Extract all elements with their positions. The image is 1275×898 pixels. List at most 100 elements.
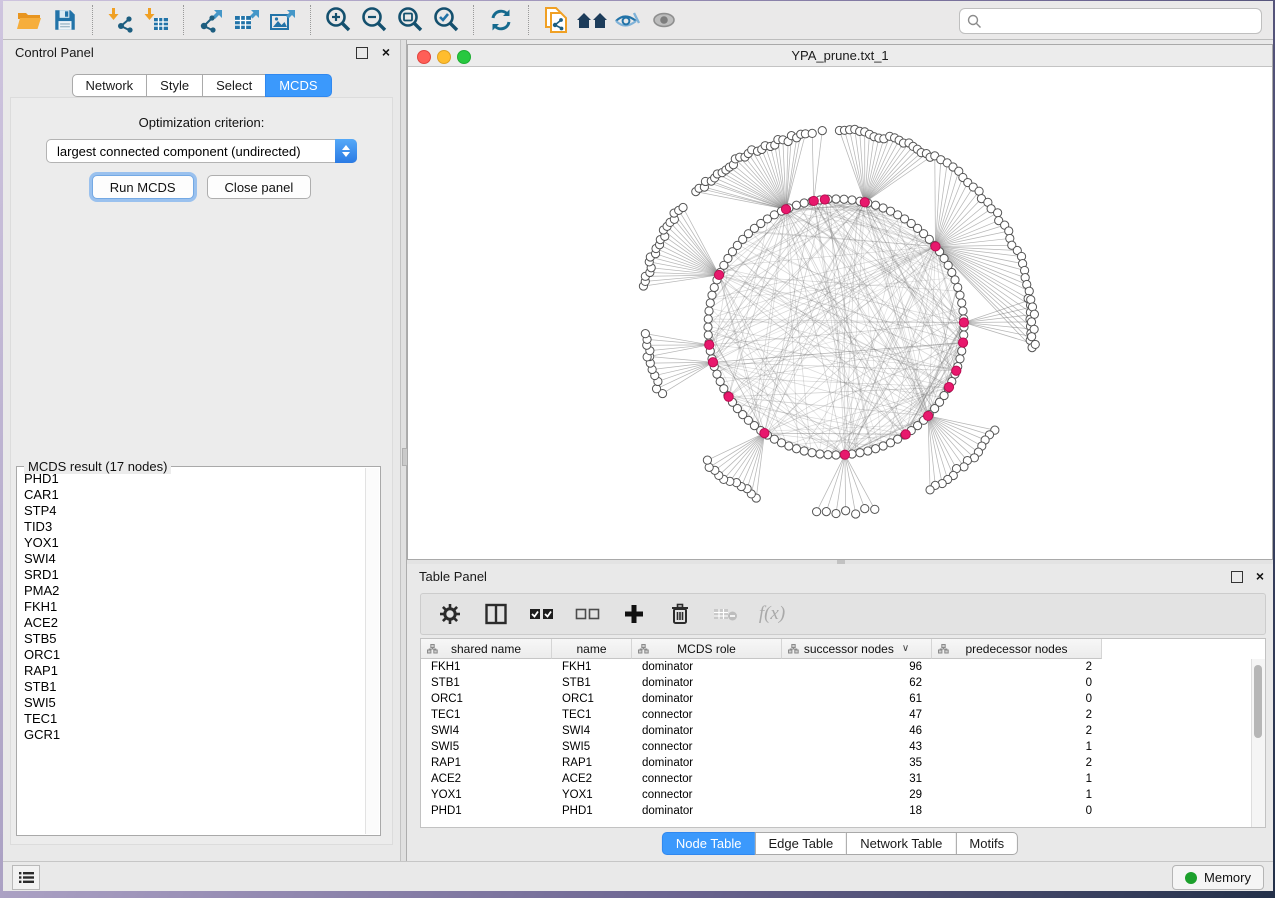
table-cell[interactable]: 62: [782, 677, 932, 689]
table-cell[interactable]: dominator: [632, 757, 782, 769]
network-hub-node[interactable]: [901, 430, 910, 439]
network-node[interactable]: [816, 450, 824, 458]
network-hub-node[interactable]: [959, 318, 968, 327]
network-node[interactable]: [822, 508, 830, 516]
table-cell[interactable]: 43: [782, 741, 932, 753]
close-panel-button[interactable]: Close panel: [207, 175, 312, 199]
table-row[interactable]: STB1STB1dominator620: [421, 675, 1265, 691]
export-network-icon[interactable]: [193, 4, 229, 36]
network-node[interactable]: [832, 509, 840, 517]
network-hub-node[interactable]: [944, 382, 953, 391]
network-node[interactable]: [705, 307, 713, 315]
column-header-name[interactable]: name: [552, 639, 632, 659]
table-cell[interactable]: PHD1: [552, 805, 632, 817]
table-cell[interactable]: FKH1: [552, 661, 632, 673]
task-history-button[interactable]: [12, 865, 40, 890]
show-columns-icon[interactable]: [483, 599, 509, 629]
network-node[interactable]: [808, 129, 816, 137]
table-cell[interactable]: connector: [632, 709, 782, 721]
close-panel-icon[interactable]: ×: [382, 44, 390, 60]
table-cell[interactable]: 35: [782, 757, 932, 769]
network-hub-node[interactable]: [708, 358, 717, 367]
network-node[interactable]: [1031, 340, 1039, 348]
zoom-out-icon[interactable]: [356, 4, 392, 36]
table-cell[interactable]: SWI5: [552, 741, 632, 753]
network-node[interactable]: [800, 447, 808, 455]
mcds-result-item[interactable]: STB1: [24, 679, 364, 695]
delete-column-icon[interactable]: [667, 599, 693, 629]
network-node[interactable]: [708, 291, 716, 299]
network-node[interactable]: [954, 283, 962, 291]
unselect-all-icon[interactable]: [575, 599, 601, 629]
tab-network-table[interactable]: Network Table: [846, 832, 956, 855]
table-cell[interactable]: YOX1: [421, 789, 552, 801]
network-node[interactable]: [842, 507, 850, 515]
import-network-icon[interactable]: [102, 4, 138, 36]
network-node[interactable]: [1005, 227, 1013, 235]
table-cell[interactable]: YOX1: [552, 789, 632, 801]
open-file-icon[interactable]: [11, 4, 47, 36]
apply-function-icon[interactable]: f(x): [759, 599, 785, 629]
zoom-selected-icon[interactable]: [428, 4, 464, 36]
table-cell[interactable]: 0: [932, 805, 1102, 817]
network-node[interactable]: [704, 331, 712, 339]
table-cell[interactable]: 2: [932, 709, 1102, 721]
network-node[interactable]: [824, 451, 832, 459]
refresh-icon[interactable]: [483, 4, 519, 36]
network-node[interactable]: [956, 291, 964, 299]
mcds-result-item[interactable]: ORC1: [24, 647, 364, 663]
table-cell[interactable]: dominator: [632, 805, 782, 817]
network-node[interactable]: [641, 330, 649, 338]
table-cell[interactable]: TEC1: [552, 709, 632, 721]
mcds-result-item[interactable]: STB5: [24, 631, 364, 647]
network-node[interactable]: [808, 449, 816, 457]
import-table-icon[interactable]: [138, 4, 174, 36]
table-cell[interactable]: PHD1: [421, 805, 552, 817]
mcds-result-item[interactable]: TEC1: [24, 711, 364, 727]
tab-edge-table[interactable]: Edge Table: [754, 832, 847, 855]
network-hub-node[interactable]: [809, 196, 818, 205]
table-cell[interactable]: 46: [782, 725, 932, 737]
table-cell[interactable]: 1: [932, 789, 1102, 801]
network-node[interactable]: [871, 445, 879, 453]
mcds-result-item[interactable]: STP4: [24, 503, 364, 519]
table-cell[interactable]: ACE2: [421, 773, 552, 785]
table-cell[interactable]: 0: [932, 693, 1102, 705]
criterion-dropdown[interactable]: largest connected component (undirected): [46, 139, 357, 163]
network-node[interactable]: [710, 283, 718, 291]
network-node[interactable]: [800, 199, 808, 207]
copy-network-icon[interactable]: [538, 4, 574, 36]
search-input[interactable]: [987, 13, 1261, 30]
network-node[interactable]: [818, 127, 826, 135]
network-node[interactable]: [960, 463, 968, 471]
network-node[interactable]: [1030, 310, 1038, 318]
zoom-in-icon[interactable]: [320, 4, 356, 36]
mcds-result-item[interactable]: SRD1: [24, 567, 364, 583]
tab-network[interactable]: Network: [71, 74, 147, 97]
tab-mcds[interactable]: MCDS: [265, 74, 331, 97]
table-cell[interactable]: 47: [782, 709, 932, 721]
run-mcds-button[interactable]: Run MCDS: [92, 175, 194, 199]
network-node[interactable]: [704, 323, 712, 331]
table-row[interactable]: TEC1TEC1connector472: [421, 707, 1265, 723]
network-hub-node[interactable]: [820, 195, 829, 204]
mcds-result-list[interactable]: PHD1CAR1STP4TID3YOX1SWI4SRD1PMA2FKH1ACE2…: [19, 471, 364, 833]
table-cell[interactable]: 1: [932, 773, 1102, 785]
table-cell[interactable]: connector: [632, 773, 782, 785]
float-panel-icon[interactable]: [1231, 571, 1243, 583]
table-cell[interactable]: ORC1: [552, 693, 632, 705]
tab-style[interactable]: Style: [146, 74, 203, 97]
network-node[interactable]: [956, 355, 964, 363]
table-cell[interactable]: RAP1: [421, 757, 552, 769]
network-node[interactable]: [958, 299, 966, 307]
network-node[interactable]: [958, 347, 966, 355]
mcds-result-item[interactable]: CAR1: [24, 487, 364, 503]
mcds-result-item[interactable]: PHD1: [24, 471, 364, 487]
table-cell[interactable]: 1: [932, 741, 1102, 753]
table-cell[interactable]: dominator: [632, 661, 782, 673]
network-node[interactable]: [703, 456, 711, 464]
table-cell[interactable]: 31: [782, 773, 932, 785]
network-node[interactable]: [792, 445, 800, 453]
table-cell[interactable]: dominator: [632, 677, 782, 689]
column-header-MCDS-role[interactable]: MCDS role: [632, 639, 782, 659]
